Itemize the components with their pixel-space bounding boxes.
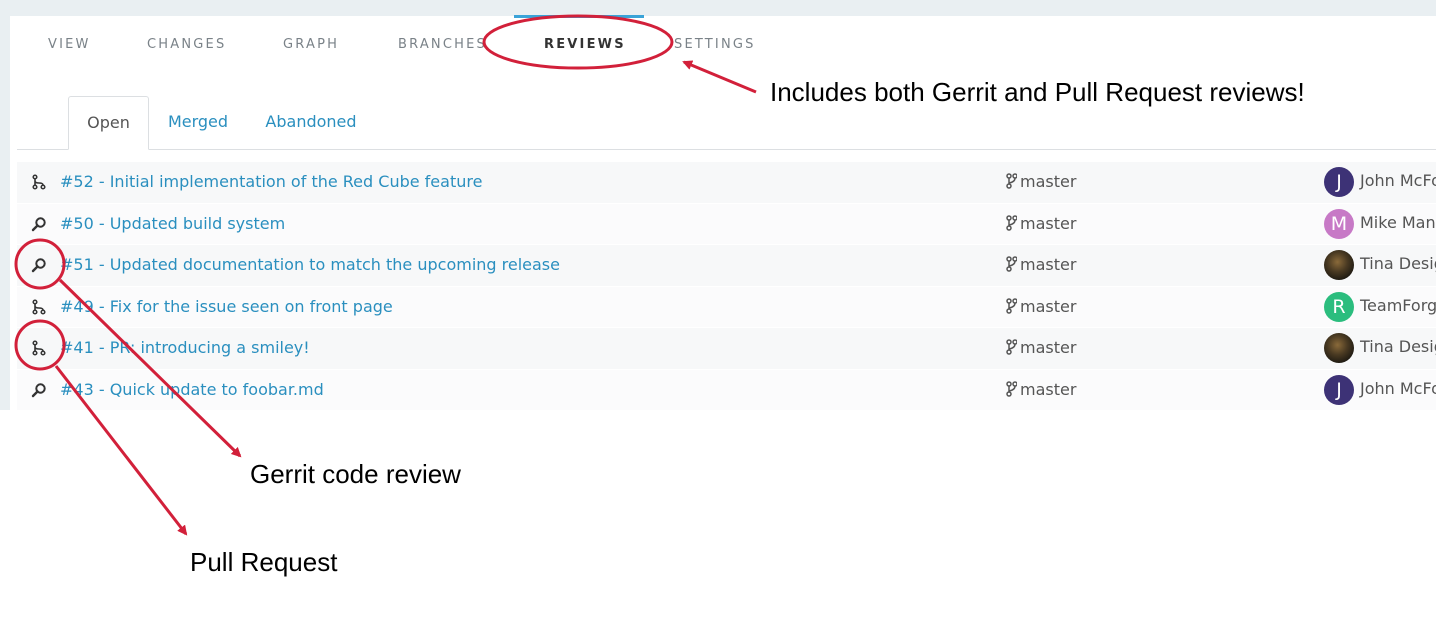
- target-branch: master: [1006, 297, 1076, 316]
- active-tab-indicator: [514, 15, 644, 18]
- gerrit-review-icon: [31, 216, 47, 232]
- gerrit-review-icon: [31, 382, 47, 398]
- branch-name: master: [1020, 172, 1077, 191]
- review-title-link[interactable]: #49 - Fix for the issue seen on front pa…: [60, 297, 393, 316]
- review-row[interactable]: #41 - PR: introducing a smiley! master Tin…: [17, 328, 1436, 370]
- target-branch: master: [1006, 214, 1076, 233]
- review-row[interactable]: #50 - Updated build system master M Mike Ma…: [17, 203, 1436, 245]
- avatar: [1324, 250, 1354, 280]
- subtab-merged[interactable]: Merged: [165, 96, 231, 148]
- branch-icon: [1006, 297, 1020, 316]
- review-list: #52 - Initial implementation of the Red …: [17, 162, 1436, 411]
- review-author[interactable]: Mike Mana: [1360, 213, 1436, 232]
- review-row[interactable]: #52 - Initial implementation of the Red …: [17, 162, 1436, 204]
- review-title-link[interactable]: #50 - Updated build system: [60, 214, 285, 233]
- subtab-abandoned[interactable]: Abandoned: [263, 96, 359, 148]
- review-title-link[interactable]: #41 - PR: introducing a smiley!: [60, 338, 310, 357]
- review-author[interactable]: John McFo: [1360, 379, 1436, 398]
- target-branch: master: [1006, 380, 1076, 399]
- gerrit-review-icon: [31, 257, 47, 273]
- pull-request-icon: [31, 174, 47, 190]
- gerrit-annotation-text: Gerrit code review: [250, 459, 461, 489]
- branch-name: master: [1020, 296, 1077, 316]
- reviews-panel: VIEW CHANGES GRAPH BRANCHES REVIEWS SETT…: [10, 15, 1436, 411]
- branch-icon: [1006, 380, 1020, 399]
- reviews-annotation-text: Includes both Gerrit and Pull Request re…: [770, 77, 1305, 107]
- review-title-link[interactable]: #43 - Quick update to foobar.md: [60, 380, 324, 399]
- branch-icon: [1006, 255, 1020, 274]
- tab-branches[interactable]: BRANCHES: [398, 37, 487, 55]
- avatar: J: [1324, 167, 1354, 197]
- tab-settings[interactable]: SETTINGS: [674, 37, 756, 55]
- avatar: M: [1324, 208, 1354, 239]
- repository-nav: VIEW CHANGES GRAPH BRANCHES REVIEWS SETT…: [10, 15, 1436, 74]
- pr-annotation-text: Pull Request: [190, 547, 338, 577]
- review-row[interactable]: #51 - Updated documentation to match the…: [17, 245, 1436, 287]
- target-branch: master: [1006, 172, 1076, 191]
- review-title-link[interactable]: #51 - Updated documentation to match the…: [60, 255, 560, 274]
- target-branch: master: [1006, 255, 1076, 274]
- branch-icon: [1006, 214, 1020, 233]
- subtab-open[interactable]: Open: [68, 96, 149, 150]
- tab-graph[interactable]: GRAPH: [283, 37, 339, 55]
- review-row[interactable]: #43 - Quick update to foobar.md master J Jo…: [17, 369, 1436, 411]
- tab-reviews[interactable]: REVIEWS: [544, 37, 626, 55]
- review-title-link[interactable]: #52 - Initial implementation of the Red …: [60, 172, 482, 191]
- review-row[interactable]: #49 - Fix for the issue seen on front pa…: [17, 286, 1436, 328]
- avatar: [1324, 333, 1354, 363]
- review-author[interactable]: Tina Desig: [1360, 337, 1436, 356]
- avatar: J: [1324, 374, 1354, 405]
- tab-changes[interactable]: CHANGES: [147, 37, 226, 55]
- branch-name: master: [1020, 255, 1077, 274]
- review-author[interactable]: TeamForge: [1360, 296, 1436, 315]
- branch-icon: [1006, 172, 1020, 191]
- branch-name: master: [1020, 213, 1077, 233]
- branch-name: master: [1020, 338, 1077, 357]
- review-author[interactable]: Tina Desig: [1360, 254, 1436, 273]
- branch-icon: [1006, 338, 1020, 357]
- avatar: R: [1324, 291, 1354, 322]
- review-author[interactable]: John McFo: [1360, 171, 1436, 190]
- branch-name: master: [1020, 379, 1077, 399]
- pull-request-icon: [31, 298, 47, 315]
- tab-view[interactable]: VIEW: [48, 37, 91, 55]
- pull-request-icon: [31, 340, 47, 356]
- target-branch: master: [1006, 338, 1076, 357]
